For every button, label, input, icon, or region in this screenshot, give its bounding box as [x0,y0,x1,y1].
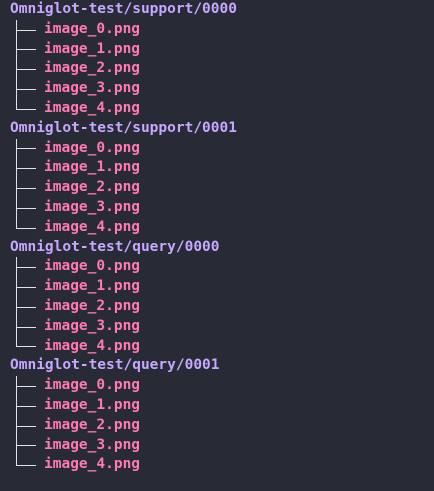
directory-name: Omniglot-test/query/0001 [10,357,220,374]
file-name: image_1.png [44,278,141,295]
tree-branch-connector [10,158,44,179]
file-row[interactable]: image_3.png [10,79,237,99]
file-tree: Omniglot-test/support/0000 image_0.png i… [10,0,237,475]
tree-branch-connector [10,138,44,159]
tree-branch-connector [10,376,44,396]
tree-last-branch-connector [10,98,44,119]
tree-branch-connector [10,59,44,80]
file-row[interactable]: image_1.png [10,277,237,297]
directory-group: Omniglot-test/support/0001 image_0.png i… [10,119,237,238]
tree-branch-connector [10,197,44,218]
file-name: image_4.png [44,337,141,354]
file-row[interactable]: image_4.png [10,217,237,238]
file-name: image_2.png [44,179,141,196]
directory-row[interactable]: Omniglot-test/support/0001 [10,119,237,139]
directory-row[interactable]: Omniglot-test/query/0001 [10,356,237,376]
directory-row[interactable]: Omniglot-test/query/0000 [10,238,237,258]
directory-name: Omniglot-test/query/0000 [10,238,220,255]
tree-branch-connector [10,435,44,456]
file-row[interactable]: image_0.png [10,19,237,40]
tree-branch-connector [10,79,44,99]
file-row[interactable]: image_0.png [10,138,237,159]
file-name: image_0.png [44,377,141,394]
tree-branch-connector [10,178,44,198]
file-name: image_3.png [44,80,141,97]
file-name: image_4.png [44,456,141,473]
tree-last-branch-connector [10,217,44,238]
file-row[interactable]: image_1.png [10,158,237,179]
file-row[interactable]: image_2.png [10,415,237,436]
file-row[interactable]: image_1.png [10,395,237,416]
file-name: image_2.png [44,416,141,433]
file-row[interactable]: image_3.png [10,197,237,218]
file-row[interactable]: image_3.png [10,435,237,456]
file-name: image_3.png [44,198,141,215]
tree-branch-connector [10,39,44,60]
file-row[interactable]: image_4.png [10,98,237,119]
file-name: image_4.png [44,218,141,235]
directory-group: Omniglot-test/query/0001 image_0.png ima… [10,356,237,475]
directory-group: Omniglot-test/support/0000 image_0.png i… [10,0,237,119]
tree-branch-connector [10,257,44,278]
file-name: image_1.png [44,40,141,57]
tree-last-branch-connector [10,336,44,357]
directory-group: Omniglot-test/query/0000 image_0.png ima… [10,238,237,357]
file-row[interactable]: image_2.png [10,59,237,80]
tree-last-branch-connector [10,455,44,475]
file-name: image_4.png [44,99,141,116]
tree-branch-connector [10,316,44,337]
file-row[interactable]: image_1.png [10,39,237,60]
file-row[interactable]: image_2.png [10,178,237,198]
tree-branch-connector [10,277,44,297]
file-row[interactable]: image_3.png [10,316,237,337]
file-name: image_0.png [44,20,141,37]
directory-name: Omniglot-test/support/0000 [10,1,237,17]
file-row[interactable]: image_0.png [10,257,237,278]
file-name: image_2.png [44,60,141,77]
directory-name: Omniglot-test/support/0001 [10,119,237,136]
tree-branch-connector [10,19,44,40]
file-name: image_3.png [44,436,141,453]
file-row[interactable]: image_0.png [10,376,237,396]
directory-row[interactable]: Omniglot-test/support/0000 [10,0,237,20]
file-name: image_1.png [44,159,141,176]
file-name: image_1.png [44,396,141,413]
tree-branch-connector [10,395,44,416]
tree-branch-connector [10,296,44,317]
file-name: image_0.png [44,258,141,275]
file-row[interactable]: image_4.png [10,336,237,357]
tree-branch-connector [10,415,44,436]
file-name: image_0.png [44,139,141,156]
file-name: image_2.png [44,297,141,314]
file-row[interactable]: image_4.png [10,455,237,475]
file-name: image_3.png [44,317,141,334]
file-row[interactable]: image_2.png [10,296,237,317]
